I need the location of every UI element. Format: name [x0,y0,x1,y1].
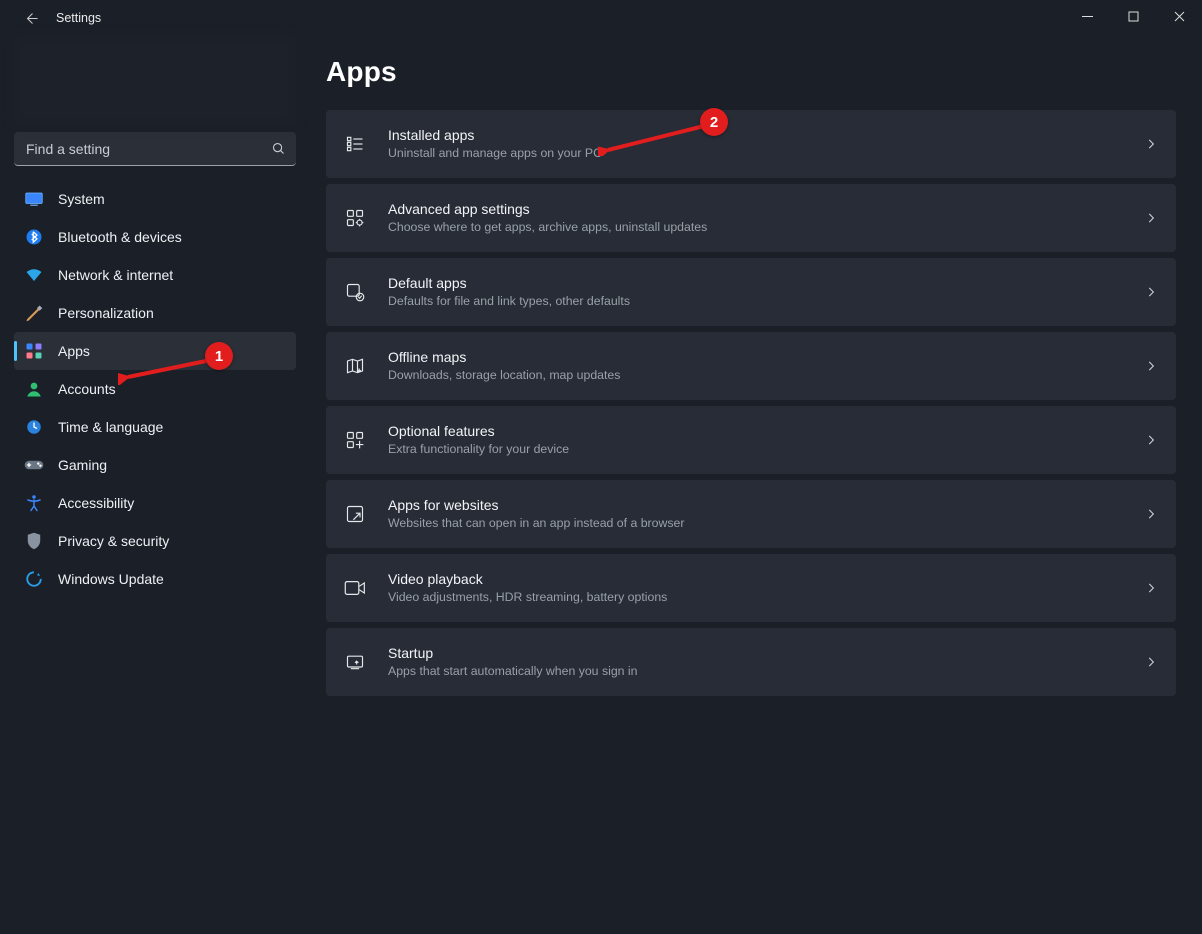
sidebar-item-personalization[interactable]: Personalization [14,294,296,332]
sidebar-item-label: System [58,191,105,207]
chevron-right-icon [1144,359,1158,373]
sidebar-item-label: Personalization [58,305,154,321]
maximize-icon [1128,11,1139,22]
card-description: Choose where to get apps, archive apps, … [388,219,1144,236]
settings-card-default-apps[interactable]: Default appsDefaults for file and link t… [326,258,1176,326]
apps-websites-icon [344,503,366,525]
video-playback-icon [344,577,366,599]
card-description: Defaults for file and link types, other … [388,293,1144,310]
sidebar-item-bluetooth[interactable]: Bluetooth & devices [14,218,296,256]
card-title: Startup [388,644,1144,663]
settings-card-list: Installed appsUninstall and manage apps … [326,110,1176,696]
user-profile-card[interactable] [14,36,296,126]
maximize-button[interactable] [1110,0,1156,32]
card-description: Downloads, storage location, map updates [388,367,1144,384]
close-icon [1174,11,1185,22]
default-apps-icon [344,281,366,303]
sidebar-item-network[interactable]: Network & internet [14,256,296,294]
card-description: Apps that start automatically when you s… [388,663,1144,680]
card-description: Websites that can open in an app instead… [388,515,1144,532]
sidebar-item-update[interactable]: Windows Update [14,560,296,598]
window-title: Settings [56,11,101,25]
nav-list: System Bluetooth & devices Network & inter… [14,180,296,598]
sidebar-item-privacy[interactable]: Privacy & security [14,522,296,560]
annotation-arrow-2 [598,122,708,156]
settings-card-advanced-app[interactable]: Advanced app settingsChoose where to get… [326,184,1176,252]
back-arrow-icon [25,11,40,26]
settings-card-offline-maps[interactable]: Offline mapsDownloads, storage location,… [326,332,1176,400]
main-panel: Apps Installed appsUninstall and manage … [310,36,1202,934]
chevron-right-icon [1144,433,1158,447]
chevron-right-icon [1144,137,1158,151]
search-input[interactable] [26,141,271,157]
sidebar-item-label: Windows Update [58,571,164,587]
minimize-button[interactable] [1064,0,1110,32]
startup-icon [344,651,366,673]
sidebar-item-label: Time & language [58,419,163,435]
window-controls [1064,0,1202,32]
card-title: Default apps [388,274,1144,293]
chevron-right-icon [1144,581,1158,595]
search-icon [271,141,286,156]
sidebar-item-accessibility[interactable]: Accessibility [14,484,296,522]
card-title: Apps for websites [388,496,1144,515]
accounts-icon [24,379,44,399]
sidebar: System Bluetooth & devices Network & inter… [0,36,310,934]
sidebar-item-label: Gaming [58,457,107,473]
minimize-icon [1082,11,1093,22]
sidebar-item-label: Accessibility [58,495,134,511]
settings-card-apps-websites[interactable]: Apps for websitesWebsites that can open … [326,480,1176,548]
personalization-icon [24,303,44,323]
search-box[interactable] [14,132,296,166]
accessibility-icon [24,493,44,513]
close-button[interactable] [1156,0,1202,32]
sidebar-item-label: Accounts [58,381,116,397]
optional-feat-icon [344,429,366,451]
chevron-right-icon [1144,507,1158,521]
time-icon [24,417,44,437]
chevron-right-icon [1144,285,1158,299]
sidebar-item-time[interactable]: Time & language [14,408,296,446]
gaming-icon [24,455,44,475]
card-title: Optional features [388,422,1144,441]
settings-card-installed-apps[interactable]: Installed appsUninstall and manage apps … [326,110,1176,178]
chevron-right-icon [1144,655,1158,669]
settings-card-optional-feat[interactable]: Optional featuresExtra functionality for… [326,406,1176,474]
sidebar-item-gaming[interactable]: Gaming [14,446,296,484]
annotation-badge-2: 2 [700,108,728,136]
system-icon [24,189,44,209]
network-icon [24,265,44,285]
apps-icon [24,341,44,361]
installed-apps-icon [344,133,366,155]
card-title: Offline maps [388,348,1144,367]
advanced-app-icon [344,207,366,229]
bluetooth-icon [24,227,44,247]
sidebar-item-label: Bluetooth & devices [58,229,182,245]
annotation-badge-1: 1 [205,342,233,370]
annotation-arrow-1 [118,355,210,385]
card-title: Advanced app settings [388,200,1144,219]
back-button[interactable] [14,0,50,36]
card-title: Installed apps [388,126,1144,145]
sidebar-item-label: Apps [58,343,90,359]
sidebar-item-label: Network & internet [58,267,173,283]
settings-card-video-playback[interactable]: Video playbackVideo adjustments, HDR str… [326,554,1176,622]
card-title: Video playback [388,570,1144,589]
settings-card-startup[interactable]: StartupApps that start automatically whe… [326,628,1176,696]
chevron-right-icon [1144,211,1158,225]
privacy-icon [24,531,44,551]
sidebar-item-label: Privacy & security [58,533,169,549]
titlebar: Settings [0,0,1202,36]
sidebar-item-system[interactable]: System [14,180,296,218]
card-description: Uninstall and manage apps on your PC [388,145,1144,162]
offline-maps-icon [344,355,366,377]
page-title: Apps [326,56,1178,88]
update-icon [24,569,44,589]
card-description: Extra functionality for your device [388,441,1144,458]
card-description: Video adjustments, HDR streaming, batter… [388,589,1144,606]
